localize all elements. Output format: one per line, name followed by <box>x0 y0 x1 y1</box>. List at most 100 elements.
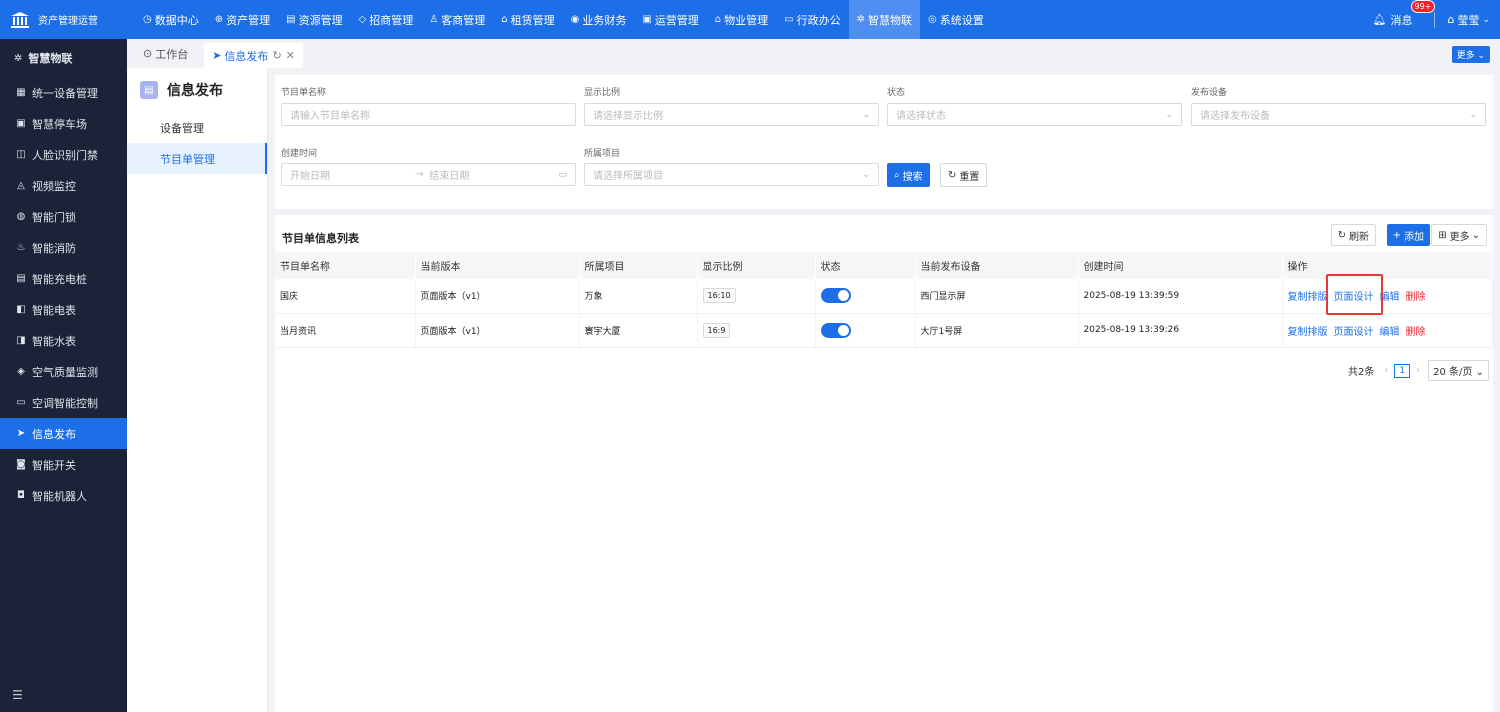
topnav-label: 资源管理 <box>298 13 343 27</box>
cell-name: 当月资讯 <box>275 313 416 348</box>
tab-workbench[interactable]: ⊙ 工作台 <box>135 43 196 65</box>
status-select[interactable]: 请选择状态 ⌄ <box>887 103 1182 126</box>
submenu-item-0[interactable]: 设备管理 <box>127 112 267 143</box>
tab-info-publish[interactable]: ➤ 信息发布 ↻ ✕ <box>204 43 303 68</box>
submenu-item-1[interactable]: 节目单管理 <box>127 143 267 174</box>
sidebar-item-11[interactable]: ➤ 信息发布 <box>0 418 127 449</box>
search-button[interactable]: ⌕ 搜索 <box>887 163 930 187</box>
topnav-item-5[interactable]: ⌂ 租赁管理 <box>493 0 562 39</box>
refresh-tab-icon[interactable]: ↻ <box>272 49 281 62</box>
edit-link[interactable]: 编辑 <box>1380 292 1400 303</box>
table-more-button[interactable]: ⊞ 更多 ⌄ <box>1431 224 1487 246</box>
topnav-label: 物业管理 <box>724 13 769 27</box>
sidebar-item-3[interactable]: ◬ 视频监控 <box>0 170 127 201</box>
bell-icon: 🔔︎ <box>1372 13 1387 26</box>
topnav-item-3[interactable]: ◇ 招商管理 <box>351 0 422 39</box>
status-toggle[interactable] <box>820 322 851 338</box>
copy-layout-link[interactable]: 复制排版 <box>1288 292 1328 303</box>
edit-link[interactable]: 编辑 <box>1380 327 1400 338</box>
refresh-label: 刷新 <box>1349 231 1369 243</box>
user-name: 莹莹 <box>1457 13 1480 27</box>
cell-created: 2025-08-19 13:39:59 <box>1078 279 1283 314</box>
sidebar-item-label: 空气质量监测 <box>32 365 98 379</box>
topnav-item-9[interactable]: ▭ 行政办公 <box>776 0 848 39</box>
send-icon: ➤ <box>212 49 222 62</box>
sidebar-item-4[interactable]: ◍ 智能门锁 <box>0 201 127 232</box>
sidebar-item-8[interactable]: ◨ 智能水表 <box>0 325 127 356</box>
ratio-select[interactable]: 请选择显示比例 ⌄ <box>584 103 879 126</box>
topnav-item-1[interactable]: ⊕ 资产管理 <box>207 0 278 39</box>
topnav-item-2[interactable]: ▤ 资源管理 <box>278 0 350 39</box>
topnav-item-4[interactable]: ♙ 客商管理 <box>421 0 493 39</box>
page-design-link[interactable]: 页面设计 <box>1334 292 1374 303</box>
tab-workbench-label: 工作台 <box>155 47 189 61</box>
close-tab-icon[interactable]: ✕ <box>286 49 295 62</box>
delete-link[interactable]: 删除 <box>1406 292 1426 303</box>
topnav-item-0[interactable]: ◷ 数据中心 <box>135 0 207 39</box>
sidebar-item-0[interactable]: ▦ 统一设备管理 <box>0 77 127 108</box>
user-menu[interactable]: ⌂ 莹莹 ⌄ <box>1447 12 1490 28</box>
topnav-item-11[interactable]: ◎ 系统设置 <box>920 0 992 39</box>
sidebar-item-label: 人脸识别门禁 <box>32 148 98 162</box>
cell-actions: 复制排版 页面设计 编辑 删除 <box>1282 313 1493 348</box>
program-name-label: 节目单名称 <box>281 88 327 98</box>
table-row: 国庆 页面版本（v1） 万象 16:10 西门显示屏 2025-08-19 13… <box>275 279 1493 314</box>
sidebar-item-9[interactable]: ◈ 空气质量监测 <box>0 356 127 387</box>
topnav-label: 资产管理 <box>226 13 271 27</box>
more-tabs-button[interactable]: 更多 ⌄ <box>1451 46 1490 63</box>
program-name-input[interactable]: 请输入节目单名称 <box>281 103 576 126</box>
topnav-item-10[interactable]: ✲ 智慧物联 <box>848 0 920 39</box>
menu-icon: ▣ <box>642 14 652 25</box>
page-tabs: ⊙ 工作台 ➤ 信息发布 ↻ ✕ 更多 ⌄ <box>127 39 1500 68</box>
sidebar-item-10[interactable]: ▭ 空调智能控制 <box>0 387 127 418</box>
reset-button[interactable]: ↻ 重置 <box>940 163 988 187</box>
chevron-down-icon: ⌄ <box>1469 109 1477 120</box>
device-select[interactable]: 请选择发布设备 ⌄ <box>1191 103 1486 126</box>
messages-button[interactable]: 🔔︎ 消息 99+ <box>1372 0 1436 28</box>
sidebar-item-icon: ◧ <box>16 304 26 315</box>
total-count: 共2条 <box>1348 367 1375 378</box>
refresh-button[interactable]: ↻ 刷新 <box>1330 224 1376 246</box>
page-design-link[interactable]: 页面设计 <box>1334 327 1374 338</box>
sidebar-item-13[interactable]: ◘ 智能机器人 <box>0 480 127 511</box>
topnav-item-8[interactable]: ⌂ 物业管理 <box>707 0 776 39</box>
menu-icon: ⌂ <box>501 14 508 25</box>
sidebar-item-1[interactable]: ▣ 智慧停车场 <box>0 108 127 139</box>
topnav-item-6[interactable]: ◉ 业务财务 <box>563 0 635 39</box>
sidebar-item-icon: ◙ <box>16 459 26 470</box>
cell-version: 页面版本（v1） <box>415 279 580 314</box>
sidebar-item-2[interactable]: ◫ 人脸识别门禁 <box>0 139 127 170</box>
device-placeholder: 请选择发布设备 <box>1200 111 1270 122</box>
page-size-select[interactable]: 20 条/页 ⌄ <box>1428 360 1489 381</box>
cell-status <box>815 313 916 348</box>
created-time-label: 创建时间 <box>281 149 318 159</box>
topnav-label: 业务财务 <box>582 13 627 27</box>
next-page-icon[interactable]: › <box>1416 365 1420 376</box>
divider <box>1434 11 1436 28</box>
date-range-picker[interactable]: 开始日期 → 结束日期 ▭ <box>281 163 576 186</box>
app-logo[interactable]: 资产管理运营 <box>0 0 127 39</box>
sidebar-item-12[interactable]: ◙ 智能开关 <box>0 449 127 480</box>
menu-icon: ◎ <box>928 14 937 25</box>
filter-panel: 节目单名称 请输入节目单名称 显示比例 请选择显示比例 ⌄ 状态 请选择状态 ⌄ 发… <box>275 75 1493 209</box>
sidebar-item-5[interactable]: ♨ 智能消防 <box>0 232 127 263</box>
ratio-placeholder: 请选择显示比例 <box>593 111 663 122</box>
copy-layout-link[interactable]: 复制排版 <box>1288 327 1328 338</box>
page-number[interactable]: 1 <box>1394 363 1411 378</box>
calendar-icon: ▭ <box>558 169 567 180</box>
topnav-item-7[interactable]: ▣ 运营管理 <box>634 0 706 39</box>
plus-icon: + <box>1392 229 1401 241</box>
reset-button-label: 重置 <box>959 171 980 183</box>
column-header: 节目单名称 <box>275 252 416 279</box>
menu-icon: ✲ <box>856 14 865 25</box>
start-date-placeholder: 开始日期 <box>290 171 330 182</box>
sidebar-item-6[interactable]: ▤ 智能充电桩 <box>0 263 127 294</box>
project-select[interactable]: 请选择所属项目 ⌄ <box>584 163 879 186</box>
prev-page-icon[interactable]: ‹ <box>1384 365 1388 376</box>
add-button[interactable]: + 添加 <box>1386 224 1430 246</box>
status-toggle[interactable] <box>820 288 851 304</box>
device-label: 发布设备 <box>1191 88 1228 98</box>
sidebar-item-7[interactable]: ◧ 智能电表 <box>0 294 127 325</box>
delete-link[interactable]: 删除 <box>1406 327 1426 338</box>
collapse-menu-icon[interactable]: ☰ <box>12 688 23 702</box>
